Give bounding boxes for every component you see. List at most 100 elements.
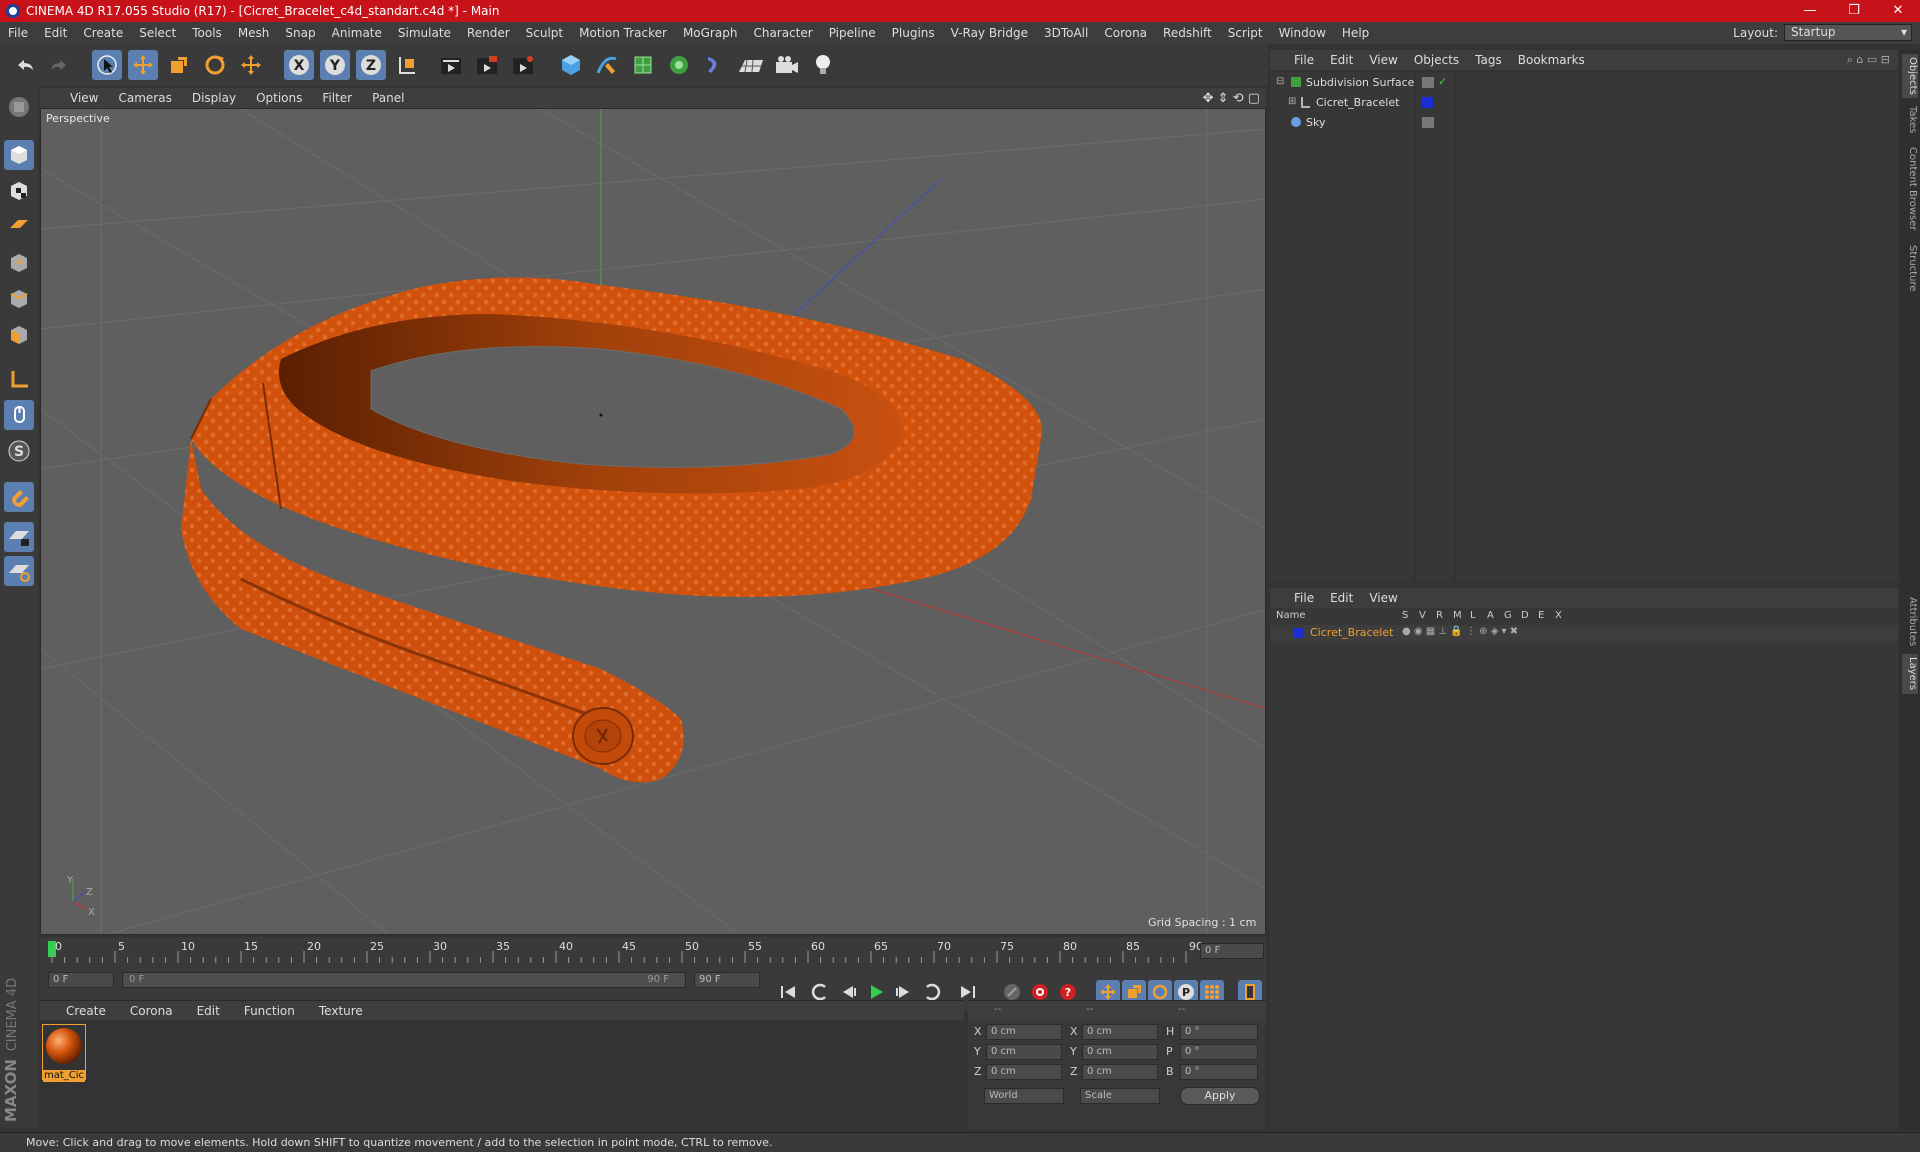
magnet-icon[interactable] <box>4 482 34 512</box>
render-view-icon[interactable] <box>436 50 466 80</box>
redo-icon[interactable] <box>44 50 74 80</box>
workplane-mode-icon[interactable] <box>4 210 34 240</box>
coord-mode-dropdown[interactable]: Scale <box>1080 1088 1160 1104</box>
deformer-icon[interactable] <box>700 50 730 80</box>
object-manager-nav-icons[interactable]: ⌕ ⌂ ▭ ⊟ <box>1847 53 1890 67</box>
material-menu-edit[interactable]: Edit <box>185 1004 232 1018</box>
tab-attributes[interactable]: Attributes <box>1902 590 1918 654</box>
tab-takes[interactable]: Takes <box>1902 102 1918 138</box>
menu-sculpt[interactable]: Sculpt <box>518 26 571 40</box>
menu-snap[interactable]: Snap <box>277 26 323 40</box>
x-axis-lock-icon[interactable]: X <box>284 50 314 80</box>
z-axis-lock-icon[interactable]: Z <box>356 50 386 80</box>
menu-file[interactable]: File <box>0 26 36 40</box>
layer-flag-icons[interactable]: ● ◉ ▦ ⊥ 🔒 ⋮ ⊕ ◈ ▾ ✖ <box>1402 626 1518 637</box>
light-icon[interactable] <box>808 50 838 80</box>
menu-script[interactable]: Script <box>1220 26 1271 40</box>
y-axis-lock-icon[interactable]: Y <box>320 50 350 80</box>
layer-color-icon[interactable] <box>1422 97 1433 108</box>
make-editable-icon[interactable] <box>4 92 34 122</box>
layout-dropdown[interactable]: Startup <box>1784 24 1912 41</box>
menu-simulate[interactable]: Simulate <box>390 26 459 40</box>
material-menu-function[interactable]: Function <box>232 1004 307 1018</box>
viewport-menu-cameras[interactable]: Cameras <box>108 91 181 105</box>
size-y-field[interactable]: 0 cm <box>1082 1044 1158 1060</box>
end-frame-field[interactable]: 90 F <box>694 972 760 988</box>
menu-3dtoall[interactable]: 3DToAll <box>1036 26 1096 40</box>
snap-icon[interactable]: S <box>4 436 34 466</box>
restore-button[interactable]: ❐ <box>1832 0 1876 22</box>
object-menu-file[interactable]: File <box>1286 53 1322 67</box>
texture-mode-icon[interactable] <box>4 176 34 206</box>
material-swatch[interactable]: mat_Cic <box>42 1024 86 1082</box>
menu-create[interactable]: Create <box>75 26 131 40</box>
preview-range-slider[interactable]: 0 F 90 F <box>122 972 686 988</box>
render-to-picture-viewer-icon[interactable] <box>508 50 538 80</box>
object-menu-bookmarks[interactable]: Bookmarks <box>1510 53 1593 67</box>
viewport-menu-panel[interactable]: Panel <box>362 91 414 105</box>
menu-render[interactable]: Render <box>459 26 518 40</box>
edges-mode-icon[interactable] <box>4 284 34 314</box>
points-mode-icon[interactable] <box>4 248 34 278</box>
menu-corona[interactable]: Corona <box>1096 26 1155 40</box>
bracelet-model[interactable] <box>181 277 1042 783</box>
current-frame-field[interactable]: 0 F <box>1200 943 1264 959</box>
collapse-icon[interactable]: ⊟ <box>1276 76 1284 87</box>
rotate-tool-icon[interactable] <box>200 50 230 80</box>
axis-mode-icon[interactable] <box>4 364 34 394</box>
viewport-menu-display[interactable]: Display <box>182 91 246 105</box>
floor-icon[interactable] <box>736 50 766 80</box>
scale-tool-icon[interactable] <box>164 50 194 80</box>
tab-content-browser[interactable]: Content Browser <box>1902 146 1918 232</box>
rotation-h-field[interactable]: 0 ° <box>1180 1024 1258 1040</box>
material-menu-corona[interactable]: Corona <box>118 1004 185 1018</box>
spline-pen-icon[interactable] <box>592 50 622 80</box>
layer-tag-icon[interactable] <box>1422 77 1434 88</box>
workplane-lock-icon[interactable] <box>4 522 34 552</box>
viewport-nav-icons[interactable]: ✥ ⇕ ⟲ ▢ <box>1203 91 1260 106</box>
tweak-mode-icon[interactable] <box>4 400 34 430</box>
start-frame-field[interactable]: 0 F <box>48 972 114 988</box>
object-menu-objects[interactable]: Objects <box>1406 53 1467 67</box>
rotation-b-field[interactable]: 0 ° <box>1180 1064 1258 1080</box>
expand-icon[interactable]: ⊞ <box>1288 96 1296 107</box>
menu-animate[interactable]: Animate <box>324 26 390 40</box>
workplane-rotate-icon[interactable] <box>4 556 34 586</box>
menu-vray-bridge[interactable]: V-Ray Bridge <box>943 26 1036 40</box>
cube-primitive-icon[interactable] <box>556 50 586 80</box>
rotation-p-field[interactable]: 0 ° <box>1180 1044 1258 1060</box>
material-menu-texture[interactable]: Texture <box>307 1004 375 1018</box>
menu-mograph[interactable]: MoGraph <box>675 26 746 40</box>
enabled-check-icon[interactable]: ✓ <box>1438 75 1447 88</box>
coordinate-system-icon[interactable] <box>392 50 422 80</box>
menu-window[interactable]: Window <box>1271 26 1334 40</box>
menu-edit[interactable]: Edit <box>36 26 75 40</box>
tab-layers[interactable]: Layers <box>1902 654 1918 694</box>
object-menu-tags[interactable]: Tags <box>1467 53 1510 67</box>
position-x-field[interactable]: 0 cm <box>986 1024 1062 1040</box>
undo-icon[interactable] <box>10 50 40 80</box>
live-selection-icon[interactable] <box>92 50 122 80</box>
layer-menu-view[interactable]: View <box>1361 591 1405 605</box>
viewport-menu-filter[interactable]: Filter <box>312 91 362 105</box>
render-region-icon[interactable] <box>472 50 502 80</box>
object-menu-edit[interactable]: Edit <box>1322 53 1361 67</box>
tab-objects[interactable]: Objects <box>1902 54 1918 98</box>
size-x-field[interactable]: 0 cm <box>1082 1024 1158 1040</box>
timeline-ruler[interactable]: 0 5 10 15 20 25 30 35 40 45 50 55 60 65 70 75 80 85 90 0 F <box>40 937 1266 971</box>
viewport-3d[interactable]: Y X Z <box>40 108 1266 935</box>
layer-menu-file[interactable]: File <box>1286 591 1322 605</box>
menu-pipeline[interactable]: Pipeline <box>821 26 884 40</box>
model-mode-icon[interactable] <box>4 140 34 170</box>
camera-icon[interactable] <box>772 50 802 80</box>
layer-row[interactable]: Cicret_Bracelet ● ◉ ▦ ⊥ 🔒 ⋮ ⊕ ◈ ▾ ✖ <box>1270 625 1898 641</box>
layer-menu-edit[interactable]: Edit <box>1322 591 1361 605</box>
cloner-icon[interactable] <box>664 50 694 80</box>
close-button[interactable]: ✕ <box>1876 0 1920 22</box>
viewport-menu-options[interactable]: Options <box>246 91 312 105</box>
viewport-menu-view[interactable]: View <box>60 91 108 105</box>
material-menu-create[interactable]: Create <box>54 1004 118 1018</box>
minimize-button[interactable]: — <box>1788 0 1832 22</box>
menu-select[interactable]: Select <box>131 26 184 40</box>
tab-structure[interactable]: Structure <box>1902 240 1918 296</box>
